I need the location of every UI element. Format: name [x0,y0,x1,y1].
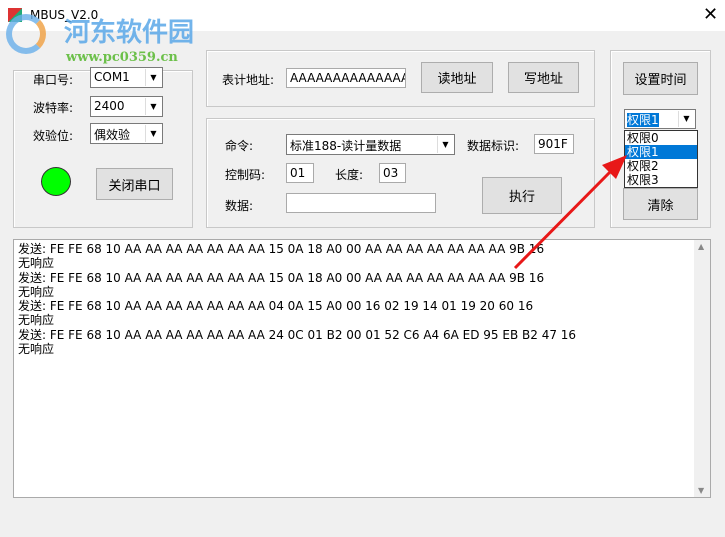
arrow-shaft [513,168,614,270]
annotation-arrow [513,155,627,270]
